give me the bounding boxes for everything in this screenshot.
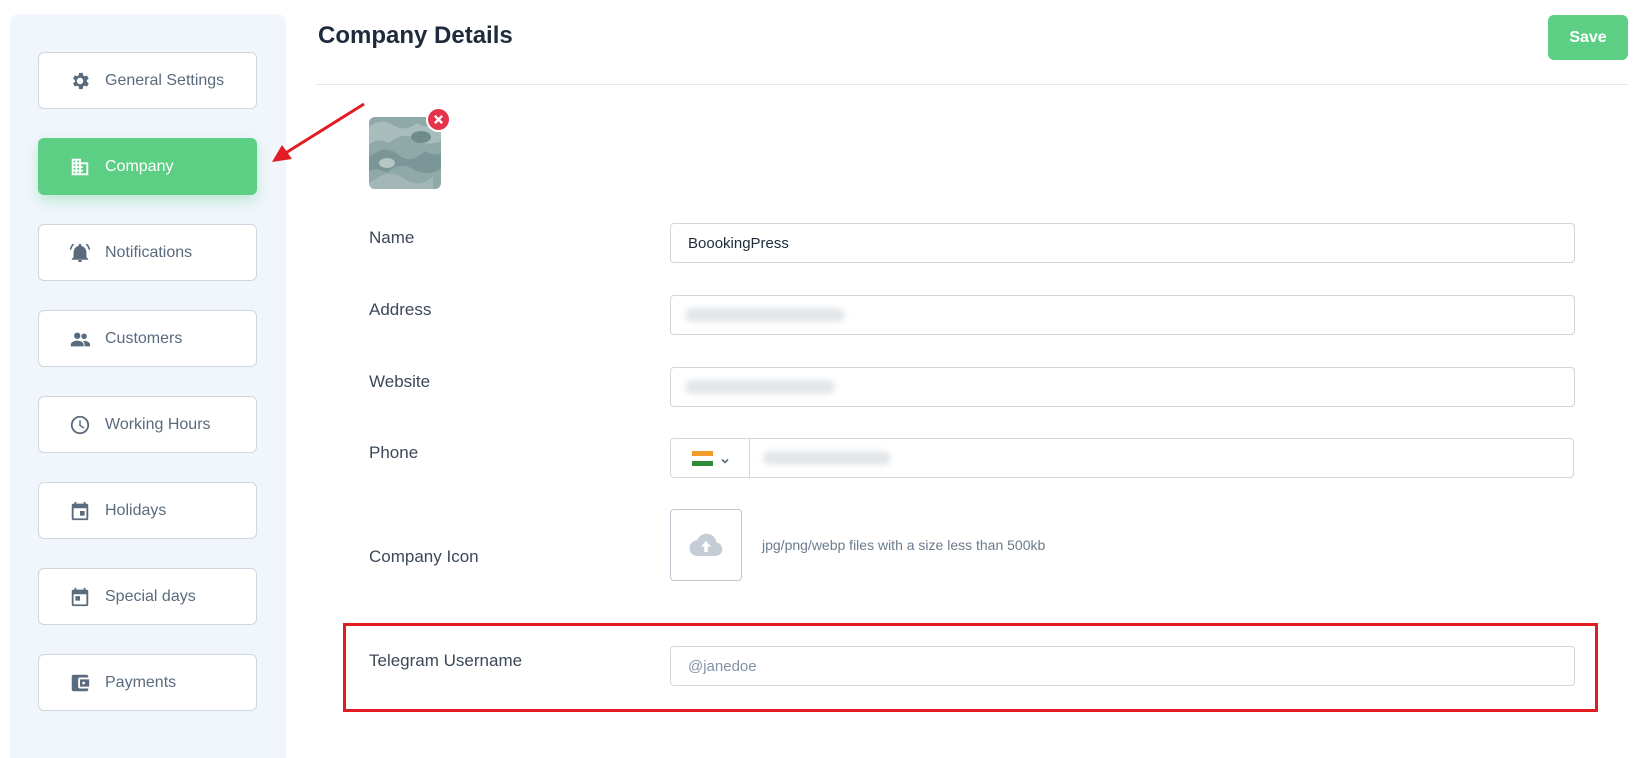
page-title: Company Details (318, 22, 513, 49)
upload-hint-text: jpg/png/webp files with a size less than… (762, 537, 1046, 553)
calendar-icon (69, 586, 91, 608)
save-button[interactable]: Save (1548, 15, 1628, 60)
users-icon (69, 328, 91, 350)
company-icon-upload[interactable] (670, 509, 742, 581)
sidebar-item-company[interactable]: Company (38, 138, 257, 195)
clock-icon (69, 414, 91, 436)
redacted-website-value (685, 380, 835, 394)
sidebar-item-label: General Settings (105, 71, 225, 89)
phone-field (670, 438, 1574, 478)
telegram-username-input[interactable] (670, 646, 1575, 686)
chevron-down-icon (720, 453, 730, 464)
redacted-phone-value[interactable] (763, 451, 891, 465)
close-icon (433, 114, 444, 125)
sidebar-item-notifications[interactable]: Notifications (38, 224, 257, 281)
address-input[interactable] (670, 295, 1575, 335)
india-flag-icon (692, 450, 713, 466)
sidebar-item-payments[interactable]: Payments (38, 654, 257, 711)
wallet-icon (69, 672, 91, 694)
sidebar-item-working-hours[interactable]: Working Hours (38, 396, 257, 453)
sidebar-item-label: Holidays (105, 501, 167, 519)
name-label: Name (369, 228, 415, 247)
sidebar-item-label: Working Hours (105, 415, 211, 433)
redacted-address-value (685, 308, 845, 322)
calendar-icon (69, 500, 91, 522)
name-input[interactable] (670, 223, 1575, 263)
sidebar-item-holidays[interactable]: Holidays (38, 482, 257, 539)
telegram-username-label: Telegram Username (369, 651, 523, 670)
sidebar-item-label: Company (105, 157, 174, 175)
gear-icon (69, 70, 91, 92)
building-icon (69, 156, 91, 178)
header-divider (316, 84, 1628, 85)
company-icon-label: Company Icon (369, 547, 479, 566)
settings-sidebar: General Settings Company Notifications C… (10, 14, 286, 758)
website-input[interactable] (670, 367, 1575, 407)
sidebar-item-label: Special days (105, 587, 196, 605)
sidebar-item-label: Customers (105, 329, 183, 347)
phone-label: Phone (369, 443, 419, 462)
address-label: Address (369, 300, 432, 319)
sidebar-item-general-settings[interactable]: General Settings (38, 52, 257, 109)
company-settings-page: General Settings Company Notifications C… (0, 0, 1639, 758)
sidebar-item-special-days[interactable]: Special days (38, 568, 257, 625)
sidebar-item-label: Payments (105, 673, 177, 691)
sidebar-item-customers[interactable]: Customers (38, 310, 257, 367)
annotation-arrow-icon (272, 102, 365, 162)
remove-logo-button[interactable] (426, 107, 451, 132)
sidebar-item-label: Notifications (105, 243, 193, 261)
website-label: Website (369, 372, 431, 391)
bell-icon (69, 242, 91, 264)
country-code-select[interactable] (671, 439, 750, 477)
cloud-upload-icon (689, 533, 723, 557)
